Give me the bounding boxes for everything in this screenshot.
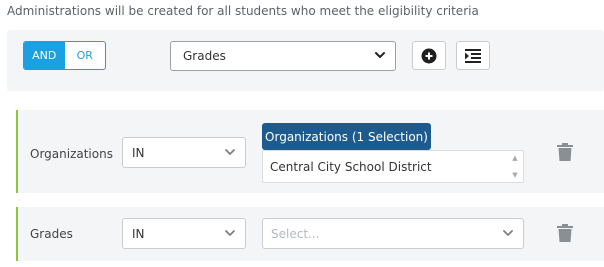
trash-icon[interactable] <box>557 224 573 242</box>
selected-organizations-list[interactable]: Central City School District ▲ ▼ <box>262 150 524 183</box>
add-group-button[interactable] <box>456 41 490 70</box>
trash-icon[interactable] <box>557 143 573 161</box>
operator-select[interactable]: IN <box>122 137 246 168</box>
and-toggle-button[interactable]: AND <box>24 42 65 69</box>
field-select-value: Grades <box>183 49 226 63</box>
grades-select-placeholder: Select... <box>271 226 320 241</box>
rule-row-grades: Grades IN Select... <box>16 207 604 261</box>
add-rule-button[interactable] <box>412 41 446 70</box>
plus-circle-icon <box>421 48 437 63</box>
eligibility-intro-text: Administrations will be created for all … <box>7 4 479 18</box>
chevron-down-icon <box>225 148 235 155</box>
rule-label: Organizations <box>30 147 113 161</box>
rule-label: Grades <box>30 227 73 241</box>
chevron-down-icon <box>225 229 235 236</box>
organizations-selection-button[interactable]: Organizations (1 Selection) <box>262 123 431 150</box>
chevron-down-icon <box>375 52 385 58</box>
or-toggle-button[interactable]: OR <box>65 42 106 69</box>
list-scroll-arrows[interactable]: ▲ ▼ <box>509 153 521 180</box>
logic-toggle: AND OR <box>23 41 106 70</box>
scroll-down-icon[interactable]: ▼ <box>512 170 517 180</box>
query-toolbar: AND OR Grades <box>7 30 604 91</box>
selected-organization-item: Central City School District <box>270 159 432 174</box>
operator-value: IN <box>132 226 145 241</box>
operator-value: IN <box>132 145 145 160</box>
field-select[interactable]: Grades <box>170 41 396 71</box>
rule-row-organizations: Organizations IN Organizations (1 Select… <box>16 110 604 193</box>
chevron-down-icon <box>503 229 513 236</box>
grades-select[interactable]: Select... <box>262 218 524 249</box>
indent-icon <box>465 48 481 63</box>
operator-select[interactable]: IN <box>122 218 246 249</box>
scroll-up-icon[interactable]: ▲ <box>512 153 517 163</box>
